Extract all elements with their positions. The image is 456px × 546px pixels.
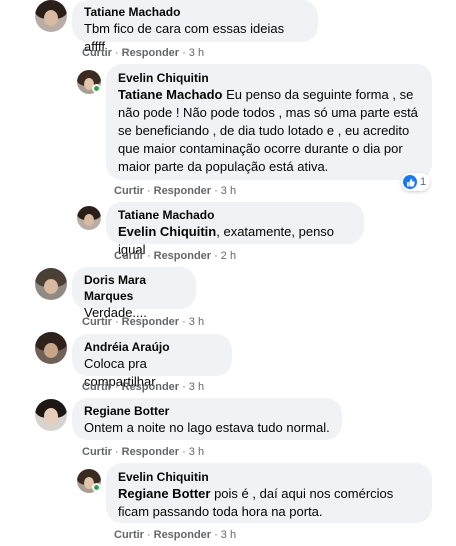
comment-author[interactable]: Evelin Chiquitin xyxy=(118,469,420,485)
timestamp[interactable]: 3 h xyxy=(221,185,236,197)
timestamp[interactable]: 3 h xyxy=(189,446,204,458)
reply-button[interactable]: Responder xyxy=(154,529,211,541)
avatar[interactable] xyxy=(35,268,67,300)
comment-text: Regiane Botter pois é , daí aqui nos com… xyxy=(118,485,420,521)
reply-button[interactable]: Responder xyxy=(122,47,179,59)
comment-bubble: Doris Mara Marques Verdade.... xyxy=(72,267,196,320)
like-button[interactable]: Curtir xyxy=(82,381,112,393)
reply-button[interactable]: Responder xyxy=(122,381,179,393)
comment-author[interactable]: Regiane Botter xyxy=(84,403,330,419)
mention-link[interactable]: Tatiane Machado xyxy=(118,87,223,102)
comment-text: Tatiane Machado Eu penso da seguinte for… xyxy=(118,86,420,176)
online-status-icon xyxy=(92,483,101,492)
online-status-icon xyxy=(92,84,101,93)
timestamp[interactable]: 3 h xyxy=(189,316,204,328)
reply-button[interactable]: Responder xyxy=(122,316,179,328)
comment-author[interactable]: Evelin Chiquitin xyxy=(118,70,420,86)
like-button[interactable]: Curtir xyxy=(114,529,144,541)
timestamp[interactable]: 3 h xyxy=(189,47,204,59)
timestamp[interactable]: 3 h xyxy=(189,381,204,393)
timestamp[interactable]: 3 h xyxy=(221,529,236,541)
comment-actions: Curtir · Responder · 3 h xyxy=(82,446,205,458)
comment-bubble: Tatiane Machado Evelin Chiquitin, exatam… xyxy=(106,202,364,257)
reply-button[interactable]: Responder xyxy=(122,446,179,458)
like-button[interactable]: Curtir xyxy=(82,446,112,458)
comment-bubble: Tatiane Machado Tbm fico de cara com ess… xyxy=(72,0,318,54)
mention-link[interactable]: Evelin Chiquitin xyxy=(118,224,216,239)
comment-actions: Curtir · Responder · 3 h xyxy=(114,185,237,197)
comment-bubble: Andréia Araújo Coloca pra compartilhar xyxy=(72,334,232,389)
like-button[interactable]: Curtir xyxy=(114,185,144,197)
reply-button[interactable]: Responder xyxy=(154,250,211,262)
mention-link[interactable]: Regiane Botter xyxy=(118,486,210,501)
comment-actions: Curtir · Responder · 3 h xyxy=(82,381,205,393)
comment-author[interactable]: Andréia Araújo xyxy=(84,339,220,355)
comment-author[interactable]: Doris Mara Marques xyxy=(84,272,184,304)
comment-actions: Curtir · Responder · 3 h xyxy=(114,529,237,541)
comment-text: Ontem a noite no lago estava tudo normal… xyxy=(84,420,330,435)
avatar[interactable] xyxy=(35,399,67,431)
comment-bubble: Regiane Botter Ontem a noite no lago est… xyxy=(72,398,342,440)
reply-button[interactable]: Responder xyxy=(154,185,211,197)
comment-bubble: Evelin Chiquitin Regiane Botter pois é ,… xyxy=(106,463,432,523)
reaction-summary[interactable]: 1 xyxy=(401,173,431,191)
like-button[interactable]: Curtir xyxy=(82,47,112,59)
comment-actions: Curtir · Responder · 2 h xyxy=(114,250,237,262)
avatar[interactable] xyxy=(35,332,67,364)
like-button[interactable]: Curtir xyxy=(114,250,144,262)
avatar[interactable] xyxy=(77,206,101,230)
like-button[interactable]: Curtir xyxy=(82,316,112,328)
like-icon xyxy=(403,175,417,189)
comment-actions: Curtir · Responder · 3 h xyxy=(82,47,205,59)
comment-bubble: Evelin Chiquitin Tatiane Machado Eu pens… xyxy=(106,64,432,180)
timestamp[interactable]: 2 h xyxy=(221,250,236,262)
avatar[interactable] xyxy=(35,0,67,32)
reaction-count: 1 xyxy=(420,176,427,188)
comment-actions: Curtir · Responder · 3 h xyxy=(82,316,205,328)
comment-author[interactable]: Tatiane Machado xyxy=(118,207,352,223)
comment-author[interactable]: Tatiane Machado xyxy=(84,4,306,20)
